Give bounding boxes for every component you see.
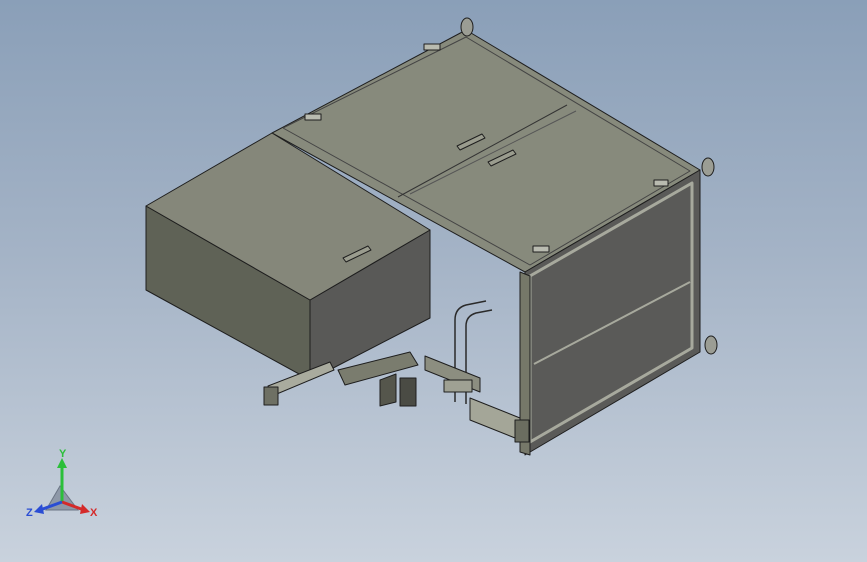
z-axis-label: Z [26, 507, 33, 519]
graphics-viewport[interactable]: Y X Z [0, 0, 867, 562]
x-axis-label: X [90, 507, 98, 519]
y-axis-label: Y [59, 448, 67, 460]
x-axis-arrow [80, 504, 90, 514]
cad-assembly-model[interactable] [0, 0, 867, 562]
z-axis-arrow [34, 504, 44, 514]
orientation-triad[interactable]: Y X Z [20, 446, 110, 526]
